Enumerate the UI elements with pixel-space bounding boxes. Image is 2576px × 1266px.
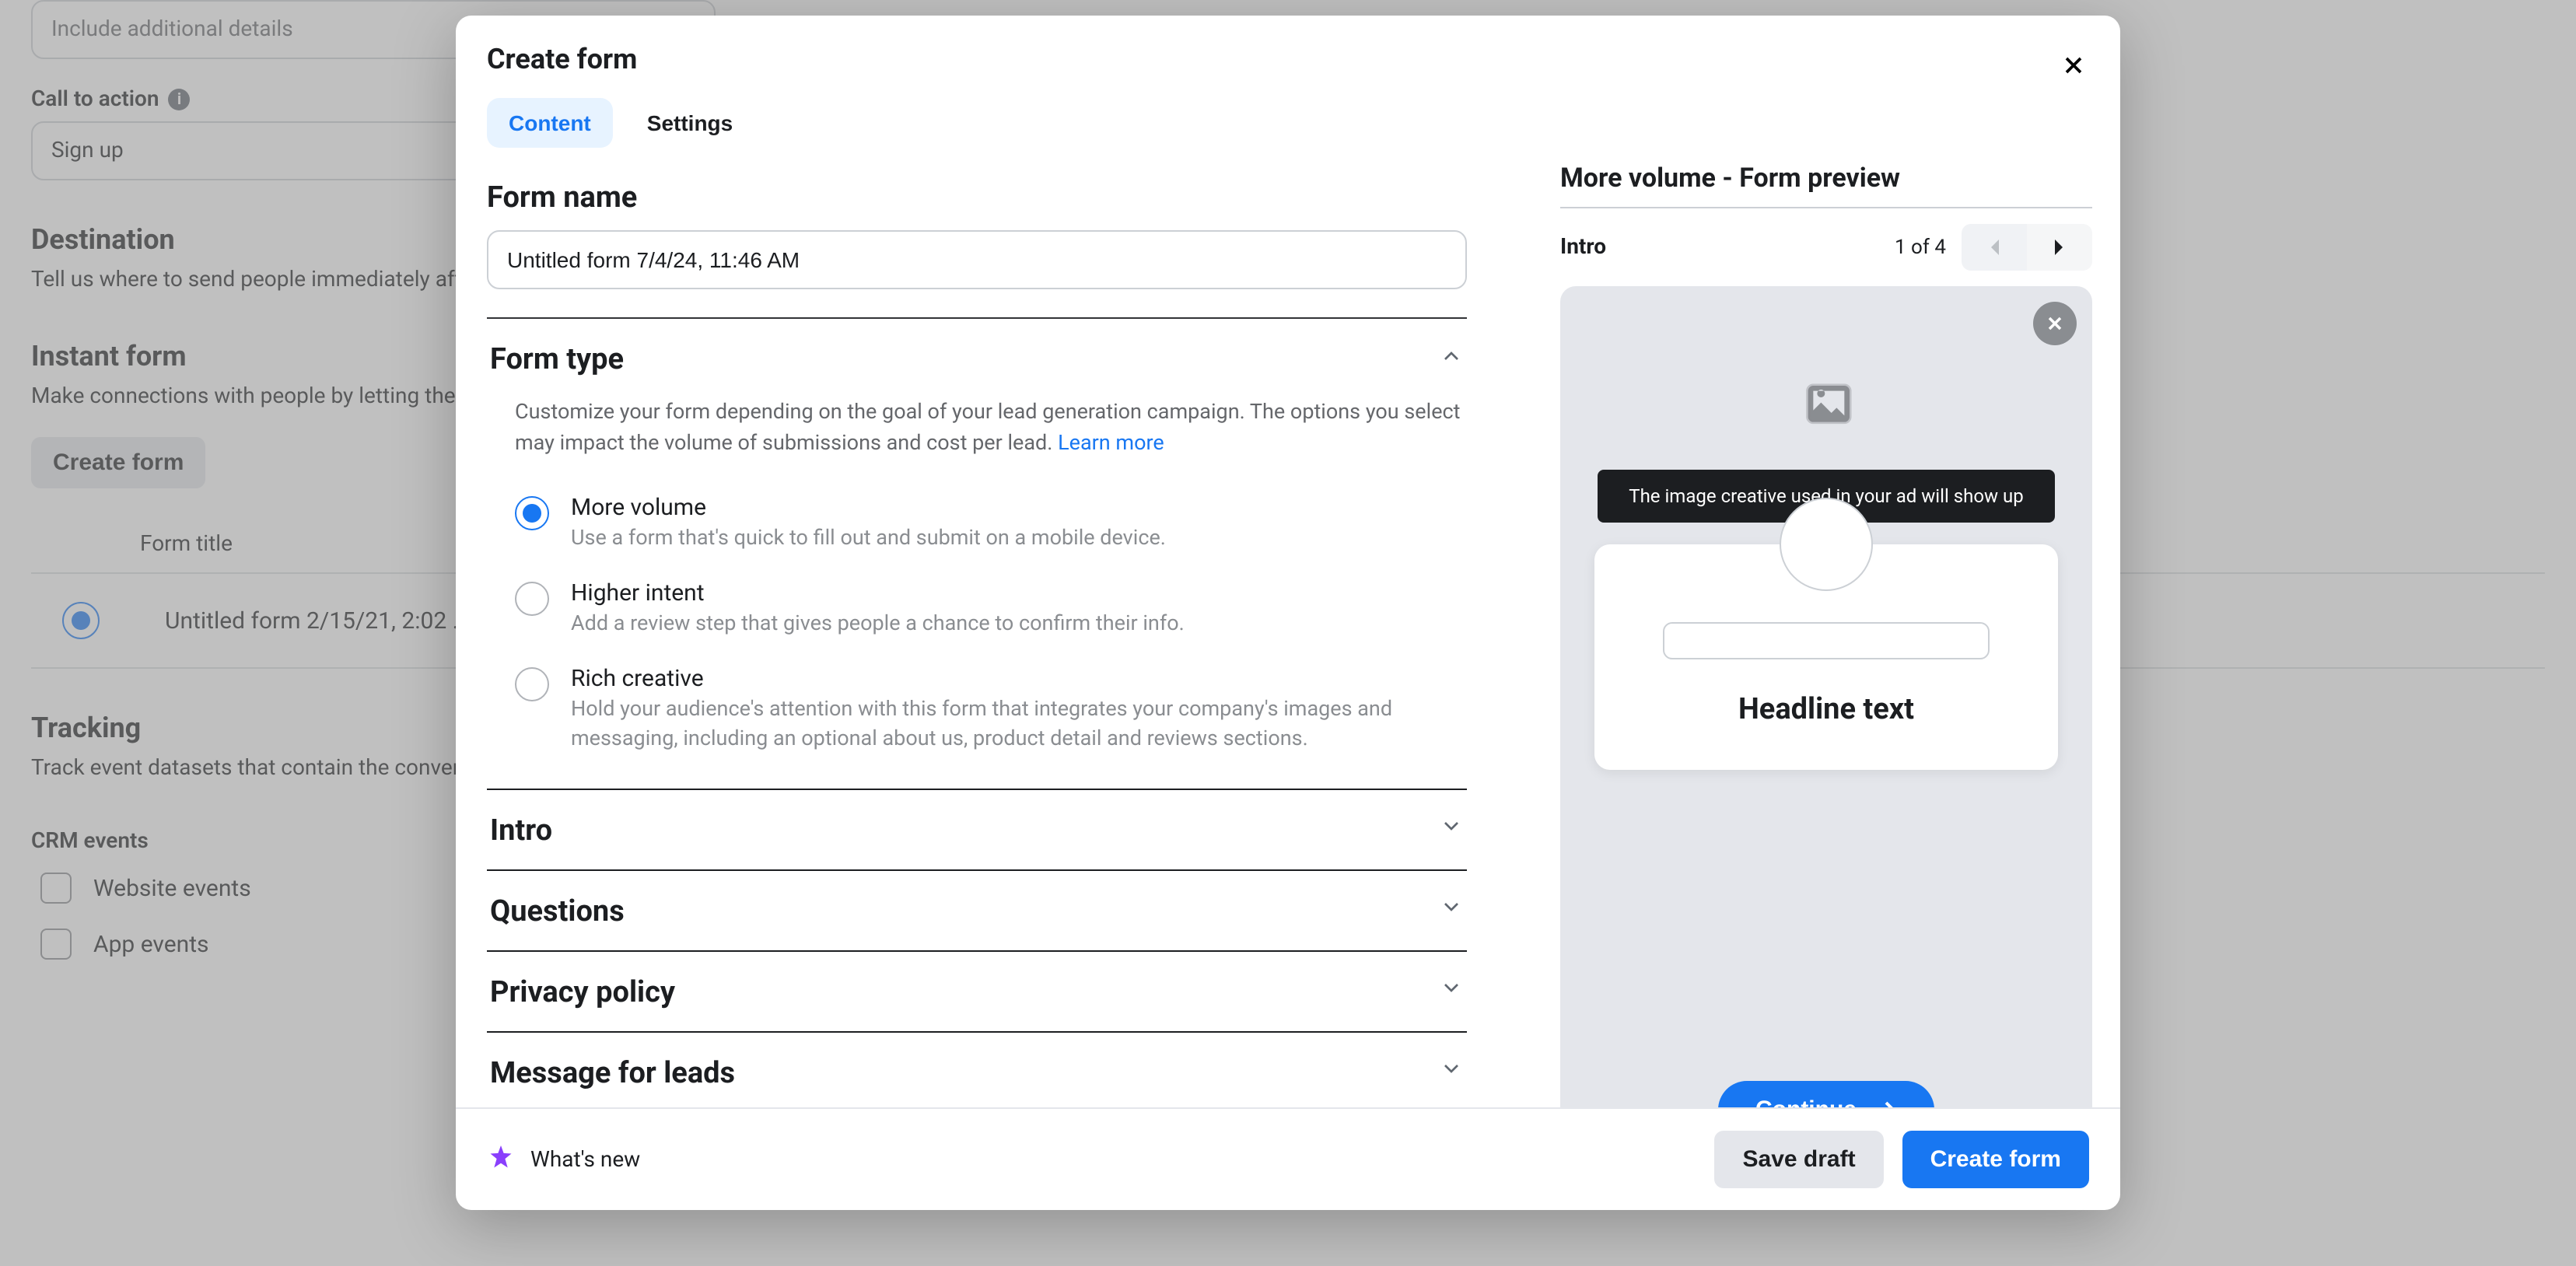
intro-title: Intro: [490, 811, 552, 847]
preview-heading: More volume - Form preview: [1560, 163, 2092, 194]
star-icon: [487, 1142, 515, 1177]
option-subtitle: Add a review step that gives people a ch…: [571, 610, 1464, 639]
chevron-down-icon: [1439, 813, 1464, 845]
form-type-option-higher-intent[interactable]: Higher intent Add a review step that giv…: [487, 569, 1467, 655]
continue-label: Continue: [1755, 1096, 1857, 1107]
message-for-leads-section-header[interactable]: Message for leads: [487, 1030, 1467, 1107]
close-button[interactable]: [2052, 44, 2095, 87]
preview-close-icon: [2033, 302, 2077, 345]
intro-section-header[interactable]: Intro: [487, 788, 1467, 869]
questions-section-header[interactable]: Questions: [487, 869, 1467, 950]
tab-settings[interactable]: Settings: [625, 98, 754, 148]
form-type-option-more-volume[interactable]: More volume Use a form that's quick to f…: [487, 484, 1467, 569]
arrow-right-icon: [1872, 1099, 1897, 1107]
preview-continue-button[interactable]: Continue: [1718, 1081, 1934, 1107]
option-subtitle: Hold your audience's attention with this…: [571, 695, 1464, 754]
create-form-submit-button[interactable]: Create form: [1902, 1131, 2089, 1188]
caret-left-icon: [1986, 238, 2002, 257]
form-name-heading: Form name: [487, 179, 1467, 215]
option-title: Rich creative: [571, 664, 1464, 692]
preview-headline: Headline text: [1626, 691, 2027, 726]
chevron-down-icon: [1439, 975, 1464, 1006]
pager-next-button[interactable]: [2027, 224, 2092, 271]
form-type-desc: Customize your form depending on the goa…: [487, 398, 1467, 484]
form-type-learn-more-link[interactable]: Learn more: [1058, 430, 1164, 455]
whats-new-label: What's new: [530, 1147, 640, 1172]
modal-title: Create form: [487, 44, 2089, 76]
form-name-input[interactable]: [487, 230, 1467, 289]
privacy-policy-section-header[interactable]: Privacy policy: [487, 950, 1467, 1030]
preview-step-label: Intro: [1560, 235, 1606, 260]
caret-right-icon: [2052, 238, 2067, 257]
chevron-down-icon: [1439, 894, 1464, 925]
message-title: Message for leads: [490, 1054, 735, 1089]
option-subtitle: Use a form that's quick to fill out and …: [571, 524, 1464, 554]
radio-icon: [515, 667, 549, 701]
radio-icon: [515, 496, 549, 530]
preview-chip: [1663, 622, 1990, 659]
privacy-title: Privacy policy: [490, 973, 675, 1009]
chevron-down-icon: [1439, 1056, 1464, 1087]
preview-avatar: [1780, 498, 1873, 591]
option-title: Higher intent: [571, 579, 1464, 607]
chevron-up-icon: [1439, 343, 1464, 374]
tab-content[interactable]: Content: [487, 98, 613, 148]
create-form-modal: Create form Content Settings Form name F…: [456, 16, 2120, 1210]
whats-new-link[interactable]: What's new: [487, 1142, 640, 1177]
form-type-header[interactable]: Form type: [487, 319, 1467, 398]
form-type-option-rich-creative[interactable]: Rich creative Hold your audience's atten…: [487, 655, 1467, 789]
questions-title: Questions: [490, 892, 625, 928]
preview-canvas: The image creative used in your ad will …: [1560, 286, 2092, 1107]
image-placeholder-icon: [1795, 370, 1857, 439]
radio-icon: [515, 582, 549, 616]
preview-card: Headline text: [1594, 544, 2058, 770]
pager-text: 1 of 4: [1895, 236, 1946, 259]
form-type-title: Form type: [490, 341, 624, 376]
pager-prev-button: [1962, 224, 2027, 271]
close-icon: [2060, 51, 2088, 79]
save-draft-button[interactable]: Save draft: [1715, 1131, 1884, 1188]
option-title: More volume: [571, 493, 1464, 521]
